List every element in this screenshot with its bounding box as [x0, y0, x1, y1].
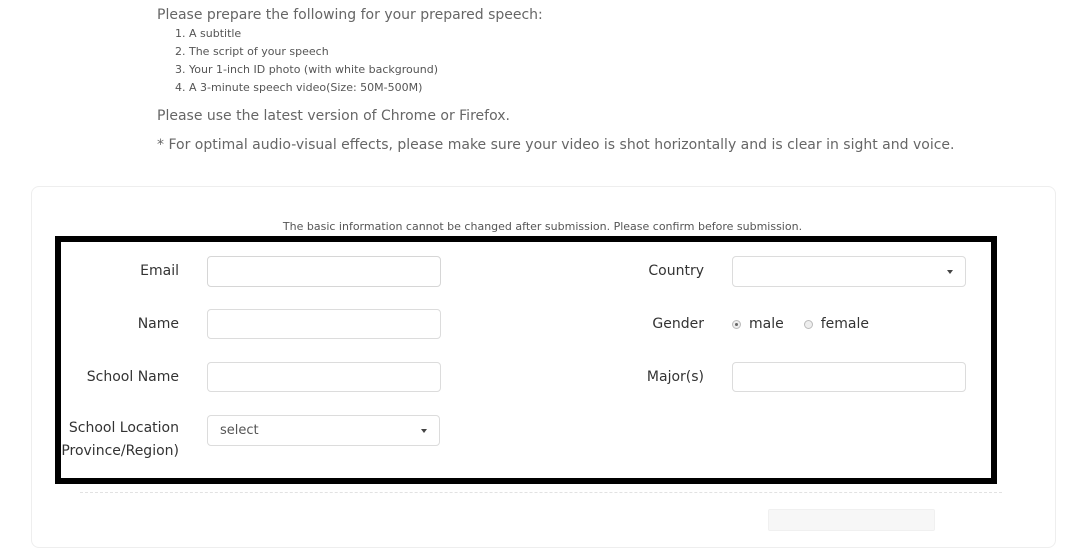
- majors-label: Major(s): [646, 369, 704, 385]
- instructions: Please prepare the following for your pr…: [157, 5, 1057, 97]
- requirement-item: 3. Your 1-inch ID photo (with white back…: [175, 63, 438, 76]
- radio-female[interactable]: [803, 319, 813, 329]
- school-location-select[interactable]: select: [207, 415, 440, 446]
- school-location-value: select: [220, 423, 259, 438]
- submit-button[interactable]: [768, 509, 935, 531]
- requirement-item: 4. A 3-minute speech video(Size: 50M-500…: [175, 81, 423, 94]
- country-select[interactable]: [732, 256, 966, 287]
- name-label: Name: [137, 316, 179, 332]
- requirements-list: 1. A subtitle 2. The script of your spee…: [157, 25, 1057, 97]
- country-label: Country: [648, 263, 704, 279]
- video-note: * For optimal audio-visual effects, plea…: [157, 137, 955, 153]
- gender-option-female[interactable]: female: [803, 316, 869, 332]
- gender-radio-group: male female: [732, 316, 889, 332]
- school-location-label-line2: Province/Region): [61, 443, 179, 459]
- email-field[interactable]: [207, 256, 441, 287]
- school-name-label: School Name: [86, 369, 179, 385]
- gender-option-label: female: [820, 316, 869, 332]
- chevron-down-icon: [421, 428, 427, 433]
- email-label: Email: [140, 263, 179, 279]
- chevron-down-icon: [947, 269, 953, 274]
- browser-note: Please use the latest version of Chrome …: [157, 108, 510, 124]
- school-name-field[interactable]: [207, 362, 441, 392]
- gender-option-label: male: [749, 316, 784, 332]
- section-divider: [80, 492, 1002, 493]
- majors-field[interactable]: [732, 362, 966, 392]
- requirement-item: 1. A subtitle: [175, 27, 242, 40]
- school-location-label: School Location Province/Region): [55, 417, 179, 463]
- requirement-item: 2. The script of your speech: [175, 45, 329, 58]
- radio-male[interactable]: [732, 319, 741, 329]
- name-field[interactable]: [207, 309, 441, 339]
- school-location-label-line1: School Location: [68, 420, 179, 436]
- gender-label: Gender: [652, 316, 704, 332]
- gender-option-male[interactable]: male: [732, 316, 784, 332]
- submission-notice: The basic information cannot be changed …: [282, 220, 803, 233]
- instructions-title: Please prepare the following for your pr…: [157, 7, 543, 23]
